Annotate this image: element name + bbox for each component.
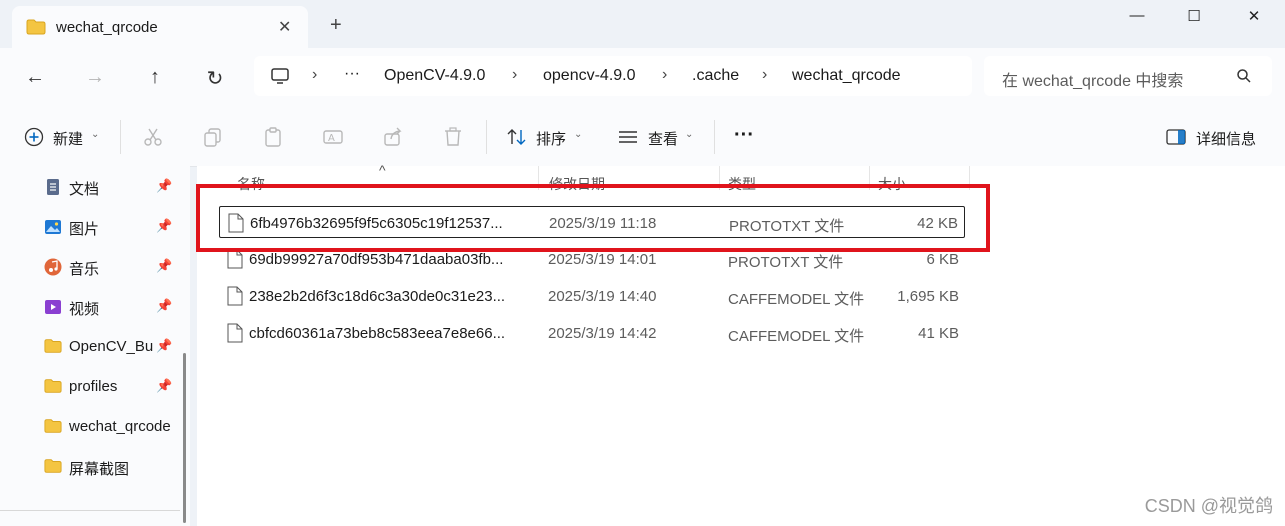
minimize-button[interactable]: — (1117, 7, 1157, 27)
window-tab[interactable]: wechat_qrcode ✕ (12, 6, 308, 48)
folder-icon (26, 19, 46, 40)
computer-icon (270, 66, 290, 91)
navigation-bar: ← → ↑ ↻ › ··· OpenCV-4.9.0 › opencv-4.9.… (0, 48, 1285, 108)
highlight-annotation-box (196, 184, 990, 252)
divider (120, 120, 121, 154)
sidebar-item-label: 屏幕截图 (69, 461, 130, 478)
chevron-down-icon[interactable]: ⌄ (574, 129, 582, 140)
close-window-button[interactable]: ✕ (1234, 7, 1274, 27)
videos-icon (44, 298, 62, 316)
music-icon (44, 258, 62, 276)
file-type: CAFFEMODEL 文件 (728, 291, 865, 308)
divider (486, 120, 487, 154)
sort-icon[interactable] (506, 128, 528, 151)
file-type: CAFFEMODEL 文件 (728, 328, 865, 345)
tab-title: wechat_qrcode (56, 19, 158, 36)
file-name: cbfcd60361a73beb8c583eea7e8e66... (249, 325, 506, 342)
refresh-button[interactable]: ↻ (200, 66, 230, 91)
cut-icon[interactable] (142, 126, 164, 153)
command-bar: 新建 ⌄ A 排序 ⌄ 查看 ⌄ ··· 详细信息 (0, 108, 1285, 167)
maximize-button[interactable]: ☐ (1174, 7, 1214, 27)
folder-icon (44, 418, 62, 436)
more-options-button[interactable]: ··· (734, 124, 754, 147)
svg-text:A: A (328, 133, 335, 144)
sidebar-item-screenshots[interactable]: 屏幕截图 (44, 456, 184, 480)
view-button[interactable]: 查看 (648, 128, 678, 149)
back-button[interactable]: ← (20, 66, 50, 89)
chevron-right-icon: › (512, 66, 518, 83)
file-icon (227, 249, 243, 274)
navigation-pane: 文档 📌 图片 📌 音乐 📌 视频 📌 OpenCV_Bu 📌 profiles (0, 166, 190, 526)
sidebar-item-wechat-qrcode[interactable]: wechat_qrcode (44, 416, 184, 440)
file-icon (227, 286, 243, 311)
breadcrumb-cache[interactable]: .cache (692, 67, 739, 85)
pin-icon: 📌 (156, 298, 173, 313)
chevron-down-icon[interactable]: ⌄ (685, 129, 693, 140)
folder-icon (44, 338, 62, 356)
chevron-right-icon: › (662, 66, 668, 83)
details-pane-icon[interactable] (1166, 129, 1186, 150)
close-tab-icon[interactable]: ✕ (278, 17, 291, 37)
chevron-right-icon: › (762, 66, 768, 83)
pin-icon: 📌 (156, 218, 173, 233)
sidebar-item-opencv-bu[interactable]: OpenCV_Bu 📌 (44, 336, 184, 360)
search-box[interactable]: 在 wechat_qrcode 中搜索 (984, 56, 1272, 96)
divider (0, 510, 180, 511)
details-button[interactable]: 详细信息 (1196, 128, 1256, 149)
file-type: PROTOTXT 文件 (728, 254, 844, 271)
file-icon (227, 323, 243, 348)
sidebar-item-pictures[interactable]: 图片 📌 (44, 216, 184, 240)
address-bar[interactable]: › ··· OpenCV-4.9.0 › opencv-4.9.0 › .cac… (254, 56, 972, 96)
pin-icon: 📌 (156, 338, 173, 353)
share-icon[interactable] (382, 126, 404, 153)
sort-ascending-indicator: ^ (379, 162, 386, 178)
up-button[interactable]: ↑ (140, 66, 170, 89)
file-size: 6 KB (926, 251, 959, 268)
paste-icon[interactable] (262, 126, 284, 153)
breadcrumb-opencv[interactable]: opencv-4.9.0 (543, 67, 636, 85)
folder-icon (44, 378, 62, 396)
new-button[interactable]: 新建 (53, 128, 83, 149)
sidebar-item-label: wechat_qrcode (69, 418, 171, 435)
file-name: 238e2b2d6f3c18d6c3a30de0c31e23... (249, 288, 506, 305)
divider (714, 120, 715, 154)
search-placeholder: 在 wechat_qrcode 中搜索 (1002, 73, 1184, 90)
file-date: 2025/3/19 14:01 (548, 251, 657, 268)
rename-icon[interactable]: A (322, 126, 344, 153)
pictures-icon (44, 218, 62, 236)
sidebar-item-videos[interactable]: 视频 📌 (44, 296, 184, 320)
pin-icon: 📌 (156, 178, 173, 193)
watermark: CSDN @视觉鸽 (1144, 496, 1273, 516)
file-row[interactable]: cbfcd60361a73beb8c583eea7e8e66... 2025/3… (219, 317, 965, 349)
folder-icon (44, 458, 62, 476)
file-date: 2025/3/19 14:42 (548, 325, 657, 342)
sidebar-item-documents[interactable]: 文档 📌 (44, 176, 184, 200)
chevron-down-icon[interactable]: ⌄ (91, 129, 99, 140)
file-row[interactable]: 238e2b2d6f3c18d6c3a30de0c31e23... 2025/3… (219, 280, 965, 312)
breadcrumb-overflow[interactable]: ··· (344, 65, 360, 83)
file-name: 69db99927a70df953b471daaba03fb... (249, 251, 504, 268)
copy-icon[interactable] (202, 126, 224, 153)
forward-button[interactable]: → (80, 66, 110, 89)
file-date: 2025/3/19 14:40 (548, 288, 657, 305)
documents-icon (44, 178, 62, 196)
sort-button[interactable]: 排序 (536, 128, 566, 149)
sidebar-scrollbar[interactable] (183, 353, 186, 523)
new-tab-button[interactable]: + (330, 14, 342, 37)
pin-icon: 📌 (156, 378, 173, 393)
breadcrumb-opencv-root[interactable]: OpenCV-4.9.0 (384, 67, 485, 85)
pin-icon: 📌 (156, 258, 173, 273)
chevron-right-icon: › (312, 66, 318, 83)
search-icon[interactable] (1236, 68, 1252, 89)
breadcrumb-current[interactable]: wechat_qrcode (792, 67, 901, 85)
delete-icon[interactable] (442, 126, 464, 153)
view-icon[interactable] (618, 130, 638, 149)
new-plus-icon[interactable] (24, 127, 44, 152)
file-size: 1,695 KB (897, 288, 959, 305)
file-size: 41 KB (918, 325, 959, 342)
sidebar-item-profiles[interactable]: profiles 📌 (44, 376, 184, 400)
sidebar-item-music[interactable]: 音乐 📌 (44, 256, 184, 280)
